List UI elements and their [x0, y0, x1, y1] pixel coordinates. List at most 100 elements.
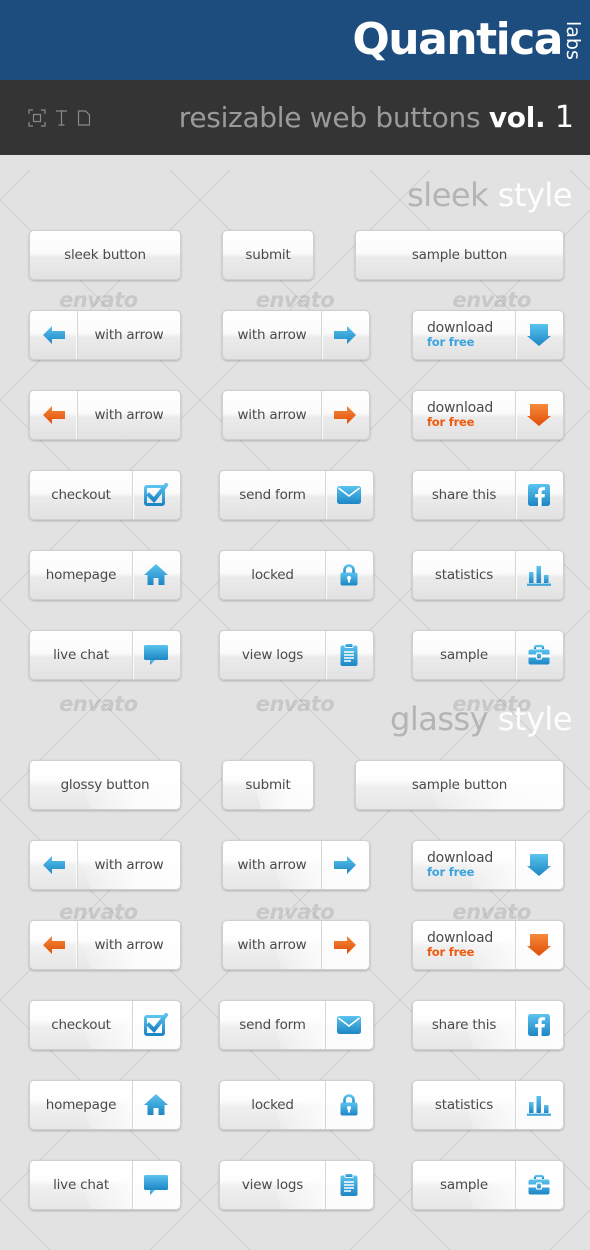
button-submit-sleek[interactable]: submit	[222, 230, 314, 280]
button-label-primary: with arrow	[94, 327, 164, 343]
lock-icon[interactable]	[325, 1081, 373, 1129]
button-download-free-blue-glassy[interactable]: download for free	[412, 840, 564, 890]
button-label-primary: view logs	[241, 1177, 304, 1193]
checkbox-check-icon[interactable]	[132, 471, 180, 519]
home-icon[interactable]	[132, 551, 180, 599]
facebook-icon[interactable]	[515, 1001, 563, 1049]
envelope-icon[interactable]	[325, 1001, 373, 1049]
arrow-left-icon[interactable]	[30, 311, 78, 359]
button-statistics-sleek[interactable]: statistics	[412, 550, 564, 600]
arrow-right-icon[interactable]	[321, 921, 369, 969]
chat-bubble-icon[interactable]	[132, 631, 180, 679]
button-label: with arrow	[78, 311, 180, 359]
watermark-mark: envato	[255, 288, 335, 312]
button-with-arrow-right-orange[interactable]: with arrow	[222, 390, 370, 440]
arrow-left-icon[interactable]	[30, 921, 78, 969]
button-label-primary: statistics	[434, 1097, 494, 1113]
button-label-primary: sample button	[411, 247, 508, 263]
banner-title-light: resizable web buttons	[178, 101, 489, 134]
transform-brackets-icon	[28, 108, 46, 127]
banner-title-bold: vol.	[488, 101, 546, 134]
arrow-down-icon[interactable]	[515, 391, 563, 439]
bar-chart-icon[interactable]	[515, 1081, 563, 1129]
chat-bubble-icon[interactable]	[132, 1161, 180, 1209]
button-label-primary: with arrow	[94, 937, 164, 953]
button-label-primary: sample	[440, 1177, 488, 1193]
clipboard-icon[interactable]	[325, 1161, 373, 1209]
button-label: sample button	[356, 761, 563, 809]
button-homepage-sleek[interactable]: homepage	[29, 550, 181, 600]
button-locked-glassy[interactable]: locked	[219, 1080, 374, 1130]
button-view-logs-glassy[interactable]: view logs	[219, 1160, 374, 1210]
button-sample-sleek[interactable]: sample	[412, 630, 564, 680]
button-label-secondary: for free	[427, 415, 475, 430]
button-label-primary: checkout	[51, 1017, 111, 1033]
arrow-down-icon[interactable]	[515, 921, 563, 969]
arrow-right-icon[interactable]	[321, 841, 369, 889]
arrow-down-icon[interactable]	[515, 841, 563, 889]
watermark-text-row: envato envato envato	[0, 288, 590, 312]
quantica-labs-logo: Quantica labs	[352, 14, 584, 65]
brand-header: Quantica labs	[0, 0, 590, 80]
bar-chart-icon[interactable]	[515, 551, 563, 599]
button-with-arrow-left-blue[interactable]: with arrow	[29, 310, 181, 360]
button-checkout-sleek[interactable]: checkout	[29, 470, 181, 520]
button-sample-glassy[interactable]: sample	[412, 1160, 564, 1210]
button-label: with arrow	[223, 391, 321, 439]
button-label: sleek button	[30, 231, 180, 279]
button-label: homepage	[30, 551, 132, 599]
button-view-logs-sleek[interactable]: view logs	[219, 630, 374, 680]
button-download-free-orange-glassy[interactable]: download for free	[412, 920, 564, 970]
button-sleek-button[interactable]: sleek button	[29, 230, 181, 280]
button-share-this-glassy[interactable]: share this	[412, 1000, 564, 1050]
briefcase-icon[interactable]	[515, 1161, 563, 1209]
button-statistics-glassy[interactable]: statistics	[412, 1080, 564, 1130]
button-label: checkout	[30, 1001, 132, 1049]
button-checkout-glassy[interactable]: checkout	[29, 1000, 181, 1050]
button-label-primary: locked	[251, 1097, 294, 1113]
logo-suffix: labs	[562, 21, 584, 60]
button-download-free-orange[interactable]: download for free	[412, 390, 564, 440]
button-label: submit	[223, 761, 313, 809]
button-with-arrow-right-blue[interactable]: with arrow	[222, 310, 370, 360]
text-tool-icon	[55, 109, 68, 127]
lock-icon[interactable]	[325, 551, 373, 599]
arrow-right-icon[interactable]	[321, 311, 369, 359]
button-label: with arrow	[223, 841, 321, 889]
button-with-arrow-left-orange[interactable]: with arrow	[29, 390, 181, 440]
home-icon[interactable]	[132, 1081, 180, 1129]
button-share-this-sleek[interactable]: share this	[412, 470, 564, 520]
section-title-secondary: style	[488, 176, 573, 214]
button-live-chat-sleek[interactable]: live chat	[29, 630, 181, 680]
button-label: with arrow	[223, 311, 321, 359]
button-sample-button-glassy[interactable]: sample button	[355, 760, 564, 810]
button-label: locked	[220, 551, 325, 599]
button-with-arrow-right-orange-glassy[interactable]: with arrow	[222, 920, 370, 970]
button-label-primary: share this	[431, 487, 497, 503]
envelope-icon[interactable]	[325, 471, 373, 519]
arrow-left-icon[interactable]	[30, 841, 78, 889]
button-homepage-glassy[interactable]: homepage	[29, 1080, 181, 1130]
arrow-right-icon[interactable]	[321, 391, 369, 439]
button-live-chat-glassy[interactable]: live chat	[29, 1160, 181, 1210]
facebook-icon[interactable]	[515, 471, 563, 519]
arrow-down-icon[interactable]	[515, 311, 563, 359]
button-with-arrow-left-orange-glassy[interactable]: with arrow	[29, 920, 181, 970]
clipboard-icon[interactable]	[325, 631, 373, 679]
button-sample-button-sleek[interactable]: sample button	[355, 230, 564, 280]
button-label-primary: submit	[245, 777, 291, 793]
button-submit-glassy[interactable]: submit	[222, 760, 314, 810]
button-with-arrow-left-blue-glassy[interactable]: with arrow	[29, 840, 181, 890]
checkbox-check-icon[interactable]	[132, 1001, 180, 1049]
button-send-form-sleek[interactable]: send form	[219, 470, 374, 520]
button-download-free-blue[interactable]: download for free	[412, 310, 564, 360]
button-send-form-glassy[interactable]: send form	[219, 1000, 374, 1050]
button-locked-sleek[interactable]: locked	[219, 550, 374, 600]
watermark-mark: envato	[59, 692, 138, 716]
briefcase-icon[interactable]	[515, 631, 563, 679]
logo-wordmark: Quantica	[352, 14, 563, 65]
button-with-arrow-right-blue-glassy[interactable]: with arrow	[222, 840, 370, 890]
button-label: send form	[220, 471, 325, 519]
arrow-left-icon[interactable]	[30, 391, 78, 439]
button-glossy-button[interactable]: glossy button	[29, 760, 181, 810]
